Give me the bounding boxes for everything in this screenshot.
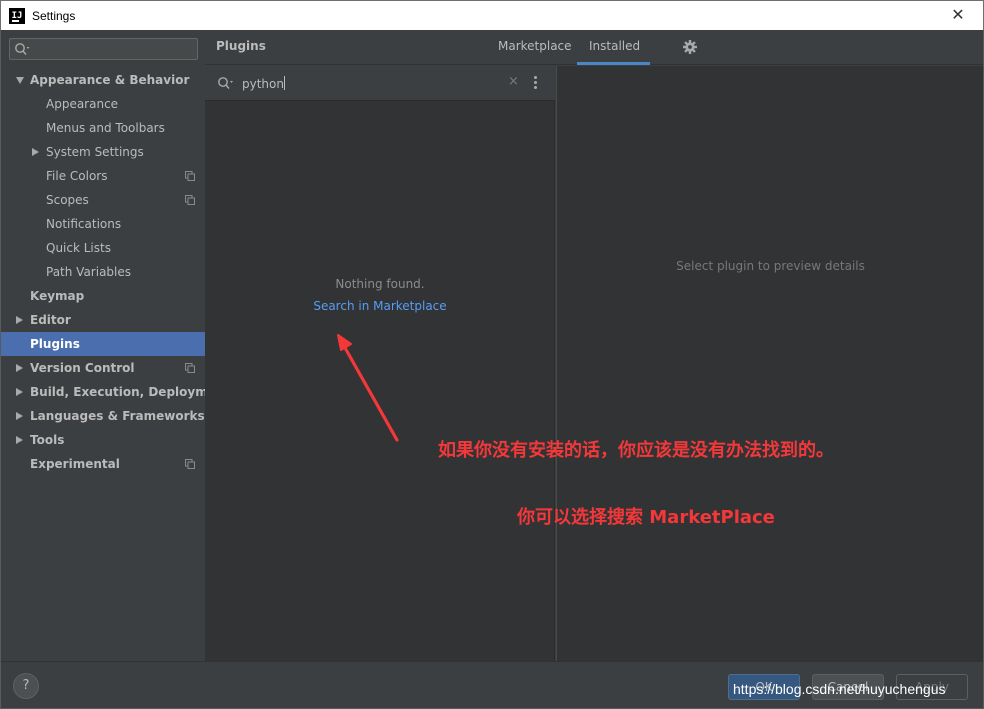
- sidebar-item-label: Scopes: [46, 193, 89, 207]
- sidebar-item-label: Keymap: [30, 289, 85, 303]
- project-scope-icon: [185, 195, 195, 205]
- plugin-search-value: python: [242, 77, 284, 91]
- sidebar-item-label: Appearance & Behavior: [30, 73, 190, 87]
- plugin-search-input[interactable]: python: [242, 76, 285, 91]
- sidebar-item-languages-frameworks[interactable]: Languages & Frameworks: [1, 404, 205, 428]
- sidebar-item-experimental[interactable]: Experimental: [1, 452, 205, 476]
- annotation-text-1: 如果你没有安装的话，你应该是没有办法找到的。: [438, 440, 834, 461]
- sidebar-item-label: Menus and Toolbars: [46, 121, 165, 135]
- project-scope-icon: [185, 363, 195, 373]
- plugin-details-pane: Select plugin to preview details: [556, 66, 983, 661]
- sidebar-item-label: Languages & Frameworks: [30, 409, 205, 423]
- sidebar-item-path-variables[interactable]: Path Variables: [1, 260, 205, 284]
- chevron-right-icon[interactable]: [16, 436, 23, 444]
- sidebar-item-menus-and-toolbars[interactable]: Menus and Toolbars: [1, 116, 205, 140]
- settings-tree: Appearance & Behavior Appearance Menus and…: [1, 68, 230, 476]
- annotation-arrow: [337, 334, 399, 442]
- project-scope-icon: [185, 171, 195, 181]
- sidebar-item-label: File Colors: [46, 169, 108, 183]
- chevron-right-icon[interactable]: [16, 364, 23, 372]
- plugin-search-bar: python ×: [205, 66, 555, 101]
- plugins-page: Plugins Marketplace Installed python × N…: [205, 30, 983, 661]
- clear-search-button[interactable]: ×: [508, 74, 519, 89]
- search-in-marketplace-link[interactable]: Search in Marketplace: [205, 299, 555, 313]
- chevron-right-icon[interactable]: [32, 148, 39, 156]
- sidebar-item-appearance-behavior[interactable]: Appearance & Behavior: [1, 68, 205, 92]
- annotation-text-2: 你可以选择搜索 MarketPlace: [517, 507, 775, 528]
- sidebar-item-editor[interactable]: Editor: [1, 308, 205, 332]
- settings-search-input[interactable]: [9, 38, 198, 60]
- sidebar-item-label: System Settings: [46, 145, 144, 159]
- sidebar-item-label: Version Control: [30, 361, 135, 375]
- window-title: Settings: [32, 8, 76, 23]
- sidebar-item-label: Tools: [30, 433, 65, 447]
- empty-results-text: Nothing found.: [335, 277, 425, 291]
- gear-icon[interactable]: [682, 39, 698, 55]
- help-button[interactable]: ?: [13, 673, 39, 699]
- dialog-footer: ? OK Cancel Apply https://blog.csdn.net/…: [1, 661, 983, 708]
- sidebar-item-notifications[interactable]: Notifications: [1, 212, 205, 236]
- sidebar-item-label: Editor: [30, 313, 71, 327]
- settings-sidebar: Appearance & Behavior Appearance Menus and…: [1, 30, 230, 661]
- watermark-text: https://blog.csdn.net/huyuchengus: [733, 681, 946, 697]
- sidebar-item-label: Experimental: [30, 457, 120, 471]
- search-icon: [218, 77, 233, 89]
- sidebar-item-label: Build, Execution, Deployment: [30, 385, 231, 399]
- details-placeholder: Select plugin to preview details: [676, 259, 865, 273]
- sidebar-item-build-execution-deployment[interactable]: Build, Execution, Deployment: [1, 380, 230, 404]
- chevron-right-icon[interactable]: [16, 316, 23, 324]
- tab-installed[interactable]: Installed: [577, 30, 650, 65]
- sidebar-item-label: Quick Lists: [46, 241, 111, 255]
- sidebar-item-appearance[interactable]: Appearance: [1, 92, 205, 116]
- page-title: Plugins: [216, 39, 266, 53]
- sidebar-item-label: Plugins: [30, 337, 80, 351]
- sidebar-item-label: Appearance: [46, 97, 119, 111]
- sidebar-item-plugins[interactable]: Plugins: [1, 332, 205, 356]
- chevron-down-icon[interactable]: [16, 77, 24, 84]
- search-icon: [15, 43, 30, 55]
- intellij-logo-icon: IJ: [9, 7, 25, 24]
- sidebar-item-label: Path Variables: [46, 265, 132, 279]
- project-scope-icon: [185, 459, 195, 469]
- sidebar-item-scopes[interactable]: Scopes: [1, 188, 205, 212]
- sidebar-item-version-control[interactable]: Version Control: [1, 356, 205, 380]
- sidebar-item-system-settings[interactable]: System Settings: [1, 140, 205, 164]
- sidebar-item-label: Notifications: [46, 217, 122, 231]
- sidebar-item-tools[interactable]: Tools: [1, 428, 205, 452]
- text-caret: [283, 76, 285, 90]
- sidebar-item-file-colors[interactable]: File Colors: [1, 164, 205, 188]
- chevron-right-icon[interactable]: [16, 388, 23, 396]
- plugins-header: Plugins Marketplace Installed: [205, 30, 983, 65]
- close-window-button[interactable]: ✕: [949, 6, 967, 24]
- more-options-icon[interactable]: [530, 74, 540, 92]
- sidebar-item-keymap[interactable]: Keymap: [1, 284, 205, 308]
- chevron-right-icon[interactable]: [16, 412, 23, 420]
- sidebar-item-quick-lists[interactable]: Quick Lists: [1, 236, 205, 260]
- tab-marketplace[interactable]: Marketplace: [486, 30, 584, 65]
- title-bar: IJ Settings ✕: [0, 0, 984, 30]
